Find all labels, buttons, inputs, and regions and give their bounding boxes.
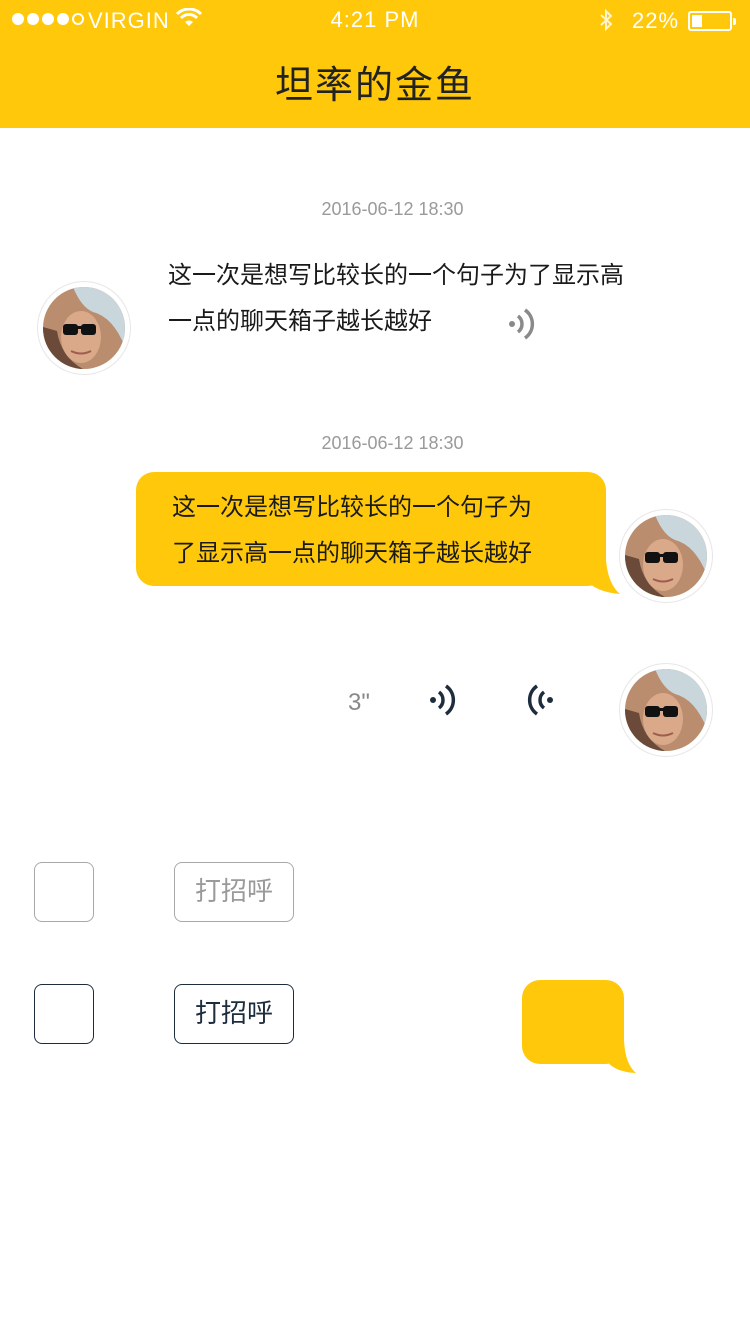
avatar[interactable] xyxy=(620,510,712,602)
message-line: 一点的聊天箱子越长越好 xyxy=(168,307,432,335)
chat-screen: VIRGIN 4:21 PM 22% 坦率的金鱼 2016-06-12 18:3… xyxy=(0,0,750,1334)
message-line: 这一次是想写比较长的一个句子为 xyxy=(172,493,532,521)
bubble-tail xyxy=(586,560,620,594)
message-text: 这一次是想写比较长的一个句子为 了显示高一点的聊天箱子越长越好 xyxy=(172,484,532,576)
greet-button-inactive[interactable]: 打招呼 xyxy=(174,862,294,922)
checkbox-inactive[interactable] xyxy=(34,862,94,922)
battery-percent: 22% xyxy=(632,8,680,33)
message-text: 这一次是想写比较长的一个句子为了显示高 一点的聊天箱子越长越好 xyxy=(168,252,624,344)
checkbox-active[interactable] xyxy=(34,984,94,1044)
page-title: 坦率的金鱼 xyxy=(274,63,475,107)
message-line: 这一次是想写比较长的一个句子为了显示高 xyxy=(168,261,624,289)
voice-record-icon[interactable] xyxy=(525,682,555,722)
avatar[interactable] xyxy=(38,282,130,374)
top-bar: VIRGIN 4:21 PM 22% 坦率的金鱼 xyxy=(0,0,750,128)
message-timestamp: 2016-06-12 18:30 xyxy=(321,433,464,453)
voice-wave-icon[interactable] xyxy=(507,306,537,346)
message-line: 了显示高一点的聊天箱子越长越好 xyxy=(172,539,532,567)
greet-button-active[interactable]: 打招呼 xyxy=(174,984,294,1044)
bubble-tail xyxy=(606,1040,636,1073)
bluetooth-icon xyxy=(598,8,614,38)
battery-icon xyxy=(688,11,736,31)
voice-duration: 3" xyxy=(348,689,370,716)
avatar[interactable] xyxy=(620,664,712,756)
status-bar: VIRGIN 4:21 PM 22% xyxy=(0,0,750,40)
message-timestamp: 2016-06-12 18:30 xyxy=(321,199,464,219)
voice-play-icon[interactable] xyxy=(428,682,458,722)
